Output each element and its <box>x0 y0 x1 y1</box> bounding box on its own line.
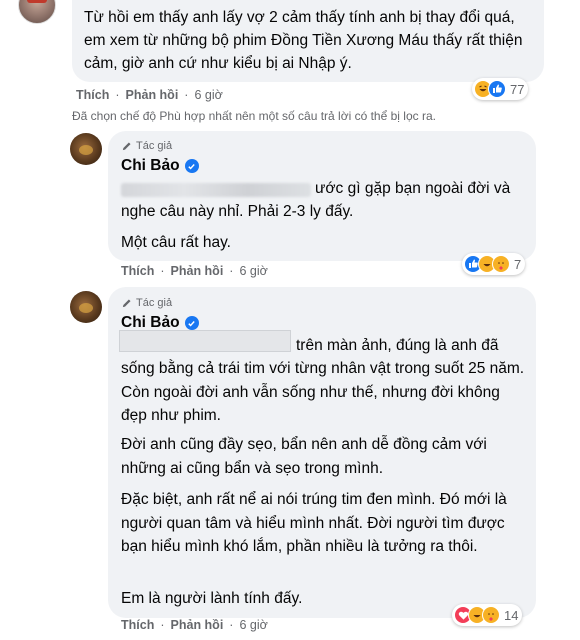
blurred-text <box>121 183 311 197</box>
comment-text: Từ hồi em thấy anh lấy vợ 2 cảm thấy tín… <box>84 9 523 72</box>
reply-button[interactable]: Phản hồi <box>171 618 224 632</box>
like-button[interactable]: Thích <box>121 264 154 278</box>
author-name-text[interactable]: Chi Bảo <box>121 157 180 175</box>
comment-reactions[interactable]: 77 <box>472 78 529 100</box>
timestamp[interactable]: 6 giờ <box>239 264 267 278</box>
timestamp[interactable]: 6 giờ <box>239 618 267 632</box>
care-icon <box>492 255 510 273</box>
reaction-count: 77 <box>510 81 525 97</box>
reply-text-line1: ước gì gặp bạn ngoài đời và <box>315 180 511 197</box>
reply-button[interactable]: Phản hồi <box>126 88 179 102</box>
author-tag-label: Tác giả <box>136 297 173 309</box>
reply-paragraph-3: Đặc biệt, anh rất nể ai nói trúng tim đe… <box>121 491 507 555</box>
reply-text-line2: nghe câu này nhỉ. Phải 2-3 ly đấy. <box>121 203 354 220</box>
comment-actions: Thích · Phản hồi · 6 giờ <box>76 88 223 102</box>
author-tag: Tác giả <box>121 297 172 309</box>
verified-badge-icon <box>184 159 199 173</box>
reply-reactions[interactable]: 14 <box>452 604 523 626</box>
like-button[interactable]: Thích <box>121 618 154 632</box>
like-icon <box>488 80 506 98</box>
author-name[interactable]: Chi Bảo <box>121 157 199 175</box>
reply-actions: Thích · Phản hồi · 6 giờ <box>121 264 268 278</box>
author-tag-label: Tác giả <box>136 140 173 152</box>
pencil-icon <box>122 141 131 150</box>
author-tag: Tác giả <box>121 140 172 152</box>
filter-note: Đã chọn chế độ Phù hợp nhất nên một số c… <box>72 109 436 123</box>
reply-actions: Thích · Phản hồi · 6 giờ <box>121 618 268 632</box>
verified-badge-icon <box>184 316 199 330</box>
timestamp[interactable]: 6 giờ <box>194 88 222 102</box>
avatar-author[interactable] <box>70 291 102 323</box>
reply-paragraph-2: Đời anh cũng đầy sẹo, bẩn nên anh dễ đồn… <box>121 436 487 477</box>
avatar-commenter[interactable] <box>18 0 56 24</box>
reply-paragraph-1: sống bằng cả trái tim với từng nhân vật … <box>121 360 525 424</box>
reply-reactions[interactable]: 7 <box>462 253 526 275</box>
avatar-author[interactable] <box>70 133 102 165</box>
pencil-icon <box>122 298 131 307</box>
reply-text-line1: trên màn ảnh, đúng là anh đã <box>296 337 499 354</box>
reply-text-line3: Một câu rất hay. <box>121 234 231 251</box>
reaction-count: 14 <box>504 607 519 623</box>
like-button[interactable]: Thích <box>76 88 109 102</box>
care-icon <box>482 606 500 624</box>
reaction-count: 7 <box>514 256 522 272</box>
reply-button[interactable]: Phản hồi <box>171 264 224 278</box>
blurred-text <box>119 330 291 352</box>
